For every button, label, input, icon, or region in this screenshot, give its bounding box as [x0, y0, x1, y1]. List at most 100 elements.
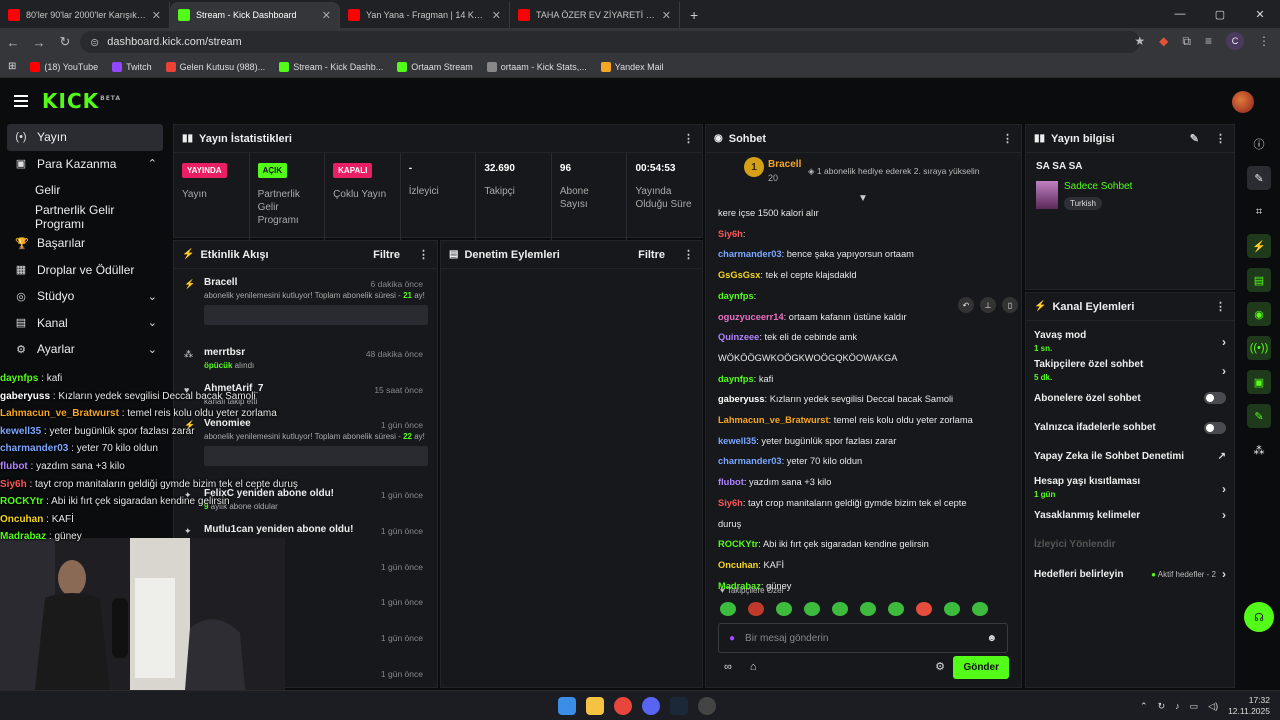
tools-icon[interactable]: ✎: [1247, 404, 1271, 428]
sidebar-item[interactable]: Gelir: [7, 177, 163, 204]
tab-close-icon[interactable]: ✕: [322, 9, 331, 22]
reload-icon[interactable]: ↻: [52, 34, 78, 50]
chat-username[interactable]: kewell35: [718, 436, 756, 446]
browser-tab[interactable]: TAHA ÖZER EV ZİYARETİ - YouTube ✕: [510, 2, 680, 28]
edit-icon[interactable]: ✎: [1190, 132, 1199, 145]
chat-username[interactable]: GsGsGsx: [718, 270, 760, 280]
chevron-right-icon[interactable]: ›: [1222, 567, 1226, 581]
toggle-switch[interactable]: [1204, 421, 1226, 434]
emote-icon[interactable]: [944, 602, 960, 616]
more-apps-icon[interactable]: ⁂: [1247, 438, 1271, 462]
tab-close-icon[interactable]: ✕: [492, 9, 501, 22]
emote-icon[interactable]: [804, 602, 820, 616]
reply-icon[interactable]: ↶: [958, 297, 974, 313]
sidebar-item[interactable]: Partnerlik Gelir Programı: [7, 203, 163, 231]
chat-message[interactable]: Siy6h:: [718, 224, 1008, 245]
chat-message[interactable]: kewell35: yeter bugünlük spor fazlası za…: [718, 431, 1008, 452]
close-window-icon[interactable]: ✕: [1240, 8, 1280, 21]
category-name[interactable]: Sadece Sohbet: [1064, 181, 1132, 192]
support-headset-icon[interactable]: ☊: [1244, 602, 1274, 632]
edit-pen-icon[interactable]: ✎: [1247, 166, 1271, 190]
obs-icon[interactable]: [698, 697, 716, 715]
sidebar-item[interactable]: ⚙ Ayarlar ⌄: [7, 336, 163, 363]
url-field[interactable]: ⊜ dashboard.kick.com/stream: [80, 31, 1140, 53]
external-link-icon[interactable]: ↗: [1218, 451, 1226, 462]
discord-icon[interactable]: [642, 697, 660, 715]
chat-message[interactable]: charmander03: bence şaka yapıyorsun orta…: [718, 244, 1008, 265]
channel-action-item[interactable]: Hedefleri belirleyin ● Aktif hedefler - 2…: [1026, 559, 1234, 588]
maximize-icon[interactable]: ▢: [1200, 8, 1240, 21]
emote-icon[interactable]: [972, 602, 988, 616]
chevron-right-icon[interactable]: ›: [1222, 508, 1226, 522]
chevron-icon[interactable]: ⌄: [148, 316, 157, 329]
chat-input[interactable]: ● Bir mesaj gönderin ☻: [718, 623, 1008, 653]
start-icon[interactable]: [558, 697, 576, 715]
emote-icon[interactable]: [748, 602, 764, 616]
chat-username[interactable]: flubot: [718, 477, 744, 487]
chat-message[interactable]: duruş: [718, 514, 1008, 535]
lightning-icon[interactable]: ⚡: [1247, 234, 1271, 258]
sidebar-item[interactable]: ▣ Para Kazanma ⌃: [7, 151, 163, 178]
chat-message[interactable]: flubot: yazdım sana +3 kilo: [718, 472, 1008, 493]
emote-icon[interactable]: [832, 602, 848, 616]
language-tag[interactable]: Turkish: [1064, 197, 1102, 210]
infinity-icon[interactable]: ∞: [724, 661, 732, 673]
chat-icon[interactable]: ◉: [1247, 302, 1271, 326]
browser-tab[interactable]: Stream - Kick Dashboard ✕: [170, 2, 340, 28]
chevron-icon[interactable]: ⌃: [148, 157, 157, 170]
emote-icon[interactable]: [860, 602, 876, 616]
toggle-switch[interactable]: [1204, 392, 1226, 405]
bookmark-item[interactable]: (18) YouTube: [30, 61, 98, 72]
chat-message[interactable]: kere içse 1500 kalori alır: [718, 203, 1008, 224]
media-control-icon[interactable]: ≡: [1205, 34, 1212, 48]
emote-icon[interactable]: [720, 602, 736, 616]
user-avatar[interactable]: [1232, 91, 1254, 113]
channel-action-item[interactable]: Takipçilere özel sohbet 5 dk. ›: [1026, 354, 1234, 383]
chat-message[interactable]: WÖKÖÖGWKOÖGKWOÖGQKÖOWAKGA: [718, 348, 1008, 369]
chat-message[interactable]: Siy6h: tayt crop manitaların geldiği gym…: [718, 493, 1008, 514]
stats-menu-icon[interactable]: ⋮: [683, 132, 694, 145]
pinned-user[interactable]: Bracell: [768, 159, 801, 170]
moderation-filter-button[interactable]: Filtre: [638, 249, 665, 261]
microphone-icon[interactable]: ●: [729, 633, 735, 644]
chevron-right-icon[interactable]: ›: [1222, 364, 1226, 378]
chat-username[interactable]: Siy6h: [718, 229, 743, 239]
channel-action-item[interactable]: Yavaş mod 1 sn. ›: [1026, 325, 1234, 354]
bookmark-item[interactable]: Twitch: [112, 61, 152, 72]
forward-icon[interactable]: →: [26, 35, 52, 50]
bookmark-item[interactable]: Ortaam Stream: [397, 61, 473, 72]
chat-message[interactable]: GsGsGsx: tek el cepte klajsdakld: [718, 265, 1008, 286]
bookmark-item[interactable]: Gelen Kutusu (988)...: [165, 61, 265, 72]
send-button[interactable]: Gönder: [953, 656, 1009, 679]
emote-icon[interactable]: [916, 602, 932, 616]
sync-icon[interactable]: ↻: [1158, 701, 1166, 712]
chevron-icon[interactable]: ⌄: [148, 290, 157, 303]
broadcast-icon[interactable]: ((•)): [1247, 336, 1271, 360]
mic-icon[interactable]: ♪: [1175, 701, 1180, 711]
browser-tab[interactable]: 80'ler 90'lar 2000'ler Karışık Türkçe ✕: [0, 2, 170, 28]
site-info-icon[interactable]: ⊜: [90, 36, 99, 49]
channel-action-item[interactable]: Yapay Zeka ile Sohbet Denetimi ↗: [1026, 442, 1234, 471]
profile-avatar[interactable]: C: [1226, 32, 1244, 50]
extension-icon[interactable]: ◆: [1159, 34, 1168, 48]
chat-message[interactable]: charmander03: yeter 70 kilo oldun: [718, 451, 1008, 472]
sidebar-item[interactable]: ▤ Kanal ⌄: [7, 310, 163, 337]
chat-username[interactable]: Oncuhan: [718, 560, 758, 570]
moderation-menu-icon[interactable]: ⋮: [683, 248, 694, 261]
chat-message[interactable]: gaberyuss: Kızların yedek sevgilisi Decc…: [718, 389, 1008, 410]
bookmark-item[interactable]: Stream - Kick Dashb...: [279, 61, 383, 72]
crop-icon[interactable]: ⌗: [1247, 200, 1271, 224]
channel-action-item[interactable]: İzleyici Yönlendir: [1026, 530, 1234, 559]
tray-chevron-icon[interactable]: ⌃: [1140, 701, 1148, 712]
channel-actions-menu-icon[interactable]: ⋮: [1215, 300, 1226, 313]
chat-username[interactable]: Lahmacun_ve_Bratwurst: [718, 415, 829, 425]
apps-grid-icon[interactable]: ⊞: [8, 61, 16, 72]
chat-username[interactable]: daynfps: [718, 291, 754, 301]
chat-username[interactable]: oguzyuceerr14: [718, 312, 784, 322]
back-icon[interactable]: ←: [0, 35, 26, 50]
sidebar-item[interactable]: (•) Yayın: [7, 124, 163, 151]
chat-message[interactable]: ROCKYtr: Abi iki fırt çek sigaradan kend…: [718, 534, 1008, 555]
chat-username[interactable]: ROCKYtr: [718, 539, 758, 549]
activity-item[interactable]: ⚡ Bracell 6 dakika önce abonelik yenilemesi…: [174, 269, 437, 339]
chrome-icon[interactable]: [614, 697, 632, 715]
